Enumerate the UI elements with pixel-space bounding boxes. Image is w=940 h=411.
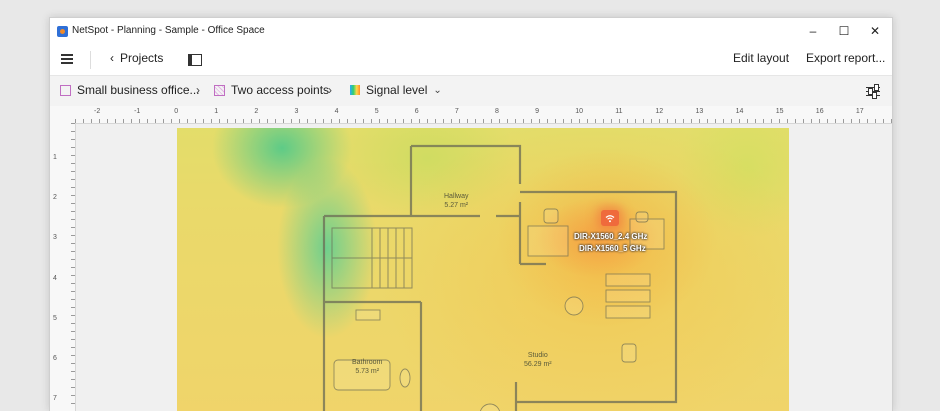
ruler-tick-label: 12	[655, 108, 664, 115]
ruler-tick-label: 6	[53, 355, 57, 362]
chevron-right-icon: ›	[328, 83, 332, 97]
room-label-bathroom: Bathroom 5.73 m²	[352, 358, 382, 376]
maximize-button[interactable]: ☐	[829, 22, 859, 40]
vertical-ruler: 1 2 3 4 5 6 7	[50, 123, 76, 411]
ruler-ticks	[71, 123, 75, 411]
horizontal-ruler: -2 -1 0 1 2 3 4 5 6 7 8 9 10 11 12 13 14 15 16 17	[75, 106, 892, 124]
ruler-tick-label: 11	[615, 108, 623, 115]
map-canvas[interactable]: Hallway 5.27 m² Bathroom 5.73 m² Studio …	[76, 124, 892, 411]
ruler-tick-label: -2	[94, 108, 101, 115]
breadcrumb-label: Two access points	[231, 83, 330, 97]
breadcrumb-item-zone[interactable]: Two access points	[214, 83, 329, 97]
ruler-tick-label: 5	[374, 108, 379, 115]
app-window: NetSpot - Planning - Sample - Office Spa…	[49, 17, 893, 411]
ruler-tick-label: 9	[535, 108, 539, 115]
room-area: 5.27 m²	[444, 202, 469, 209]
room-name: Studio	[527, 352, 548, 359]
ruler-tick-label: 4	[334, 108, 339, 115]
floorplan-icon	[60, 84, 71, 96]
access-point-label: DIR-X1560_2.4 GHz	[574, 232, 648, 241]
toolbar: ‹ Projects Edit layout Export report...	[50, 45, 892, 75]
settings-sliders-icon[interactable]	[866, 84, 880, 99]
room-name: Hallway	[444, 193, 469, 200]
ruler-tick-label: 4	[53, 274, 57, 282]
ruler-tick-label: 2	[53, 194, 57, 202]
export-report-button[interactable]: Export report...	[806, 51, 885, 65]
title-bar: NetSpot - Planning - Sample - Office Spa…	[50, 18, 892, 45]
toolbar-divider	[90, 51, 91, 69]
ruler-tick-label: 7	[454, 108, 459, 115]
ruler-tick-label: 13	[695, 108, 704, 115]
netspot-logo-icon	[57, 26, 68, 37]
ruler-tick-label: 6	[414, 108, 419, 115]
close-button[interactable]: ✕	[860, 22, 890, 40]
ruler-tick-label: 17	[855, 108, 864, 115]
ruler-tick-label: 2	[254, 108, 259, 115]
breadcrumb-label: Signal level	[366, 83, 428, 97]
ruler-tick-label: 7	[53, 395, 57, 403]
floor-plan	[322, 144, 678, 411]
ruler-tick-label: 0	[174, 108, 179, 115]
ruler-tick-label: 1	[53, 154, 57, 161]
wifi-icon	[605, 214, 615, 222]
access-point-label: DIR-X1560_5 GHz	[579, 244, 646, 253]
ruler-tick-label: 10	[575, 108, 583, 115]
ruler-tick-label: 1	[214, 108, 219, 115]
ruler-tick-label: 8	[495, 108, 499, 115]
ruler-tick-label: 14	[735, 108, 744, 115]
ruler-tick-label: 3	[294, 108, 299, 115]
ruler-tick-label: 5	[53, 314, 57, 322]
ruler-tick-label: 3	[53, 234, 57, 242]
room-name: Bathroom	[352, 359, 383, 366]
ruler-ticks	[75, 119, 892, 123]
menu-icon[interactable]	[61, 53, 75, 65]
breadcrumb-item-plan[interactable]: Small business office...	[60, 83, 200, 97]
ruler-tick-label: 15	[775, 108, 784, 115]
signal-gradient-icon	[350, 85, 360, 95]
ruler-tick-label: -1	[134, 108, 141, 115]
ruler-tick-label: 16	[815, 108, 824, 115]
chevron-left-icon: ‹	[110, 51, 114, 65]
minimize-button[interactable]: –	[798, 22, 828, 40]
back-button-label: Projects	[120, 51, 164, 65]
room-label-studio: Studio 56.29 m²	[524, 351, 552, 369]
breadcrumb: Small business office... › Two access po…	[50, 75, 892, 107]
visualization-dropdown[interactable]: Signal level ⌄	[350, 83, 442, 97]
zone-grid-icon	[214, 84, 225, 96]
chevron-right-icon: ›	[196, 83, 200, 97]
room-label-hallway: Hallway 5.27 m²	[444, 192, 469, 210]
back-to-projects-button[interactable]: ‹ Projects	[110, 51, 163, 65]
room-area: 5.73 m²	[355, 368, 380, 375]
edit-layout-button[interactable]: Edit layout	[733, 51, 789, 65]
breadcrumb-label: Small business office...	[77, 83, 200, 97]
room-area: 56.29 m²	[524, 361, 552, 368]
window-title: NetSpot - Planning - Sample - Office Spa…	[72, 25, 265, 36]
access-point-marker[interactable]	[601, 210, 619, 226]
ruler-corner	[50, 106, 76, 124]
toggle-panel-icon[interactable]	[188, 54, 202, 66]
chevron-down-icon: ⌄	[433, 84, 442, 96]
